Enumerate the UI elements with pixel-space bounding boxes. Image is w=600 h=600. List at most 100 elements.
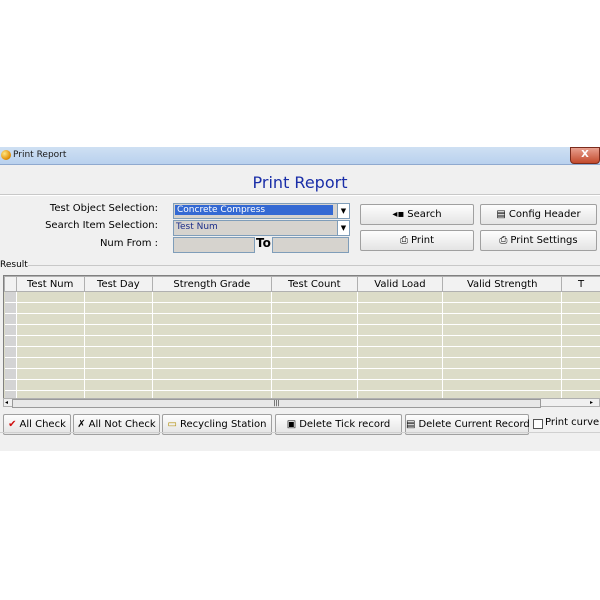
table-cell[interactable]: [561, 368, 600, 380]
table-cell[interactable]: [561, 302, 600, 314]
table-cell[interactable]: [152, 313, 272, 325]
table-row[interactable]: [4, 302, 600, 314]
num-to-input[interactable]: [272, 237, 349, 253]
result-grid[interactable]: Test Num Test Day Strength Grade Test Co…: [3, 275, 600, 400]
table-cell[interactable]: [16, 368, 85, 380]
config-header-button[interactable]: ▤ Config Header: [480, 204, 597, 225]
table-cell[interactable]: [442, 379, 563, 391]
column-header[interactable]: Test Count: [270, 276, 358, 292]
chevron-down-icon[interactable]: ▼: [337, 221, 349, 235]
table-cell[interactable]: [561, 335, 600, 347]
table-cell[interactable]: [357, 302, 444, 314]
table-cell[interactable]: [84, 313, 153, 325]
column-header[interactable]: Strength Grade: [151, 276, 272, 292]
table-cell[interactable]: [152, 291, 272, 303]
column-header[interactable]: T: [561, 276, 600, 292]
table-row[interactable]: [4, 368, 600, 380]
table-cell[interactable]: [357, 346, 444, 358]
chevron-down-icon[interactable]: ▼: [337, 204, 349, 218]
table-cell[interactable]: [357, 335, 444, 347]
table-cell[interactable]: [271, 379, 358, 391]
table-cell[interactable]: [442, 291, 563, 303]
table-cell[interactable]: [271, 357, 358, 369]
test-object-select[interactable]: Concrete Compress ▼: [173, 203, 350, 219]
table-cell[interactable]: [357, 324, 444, 336]
title-bar[interactable]: Print Report X: [0, 147, 600, 165]
table-cell[interactable]: [16, 291, 85, 303]
table-cell[interactable]: [16, 357, 85, 369]
table-cell[interactable]: [357, 379, 444, 391]
table-row[interactable]: [4, 291, 600, 303]
search-button[interactable]: ◂▪ Search: [360, 204, 474, 225]
table-cell[interactable]: [84, 368, 153, 380]
table-row[interactable]: [4, 335, 600, 347]
row-header-cell[interactable]: [4, 346, 17, 358]
row-header-cell[interactable]: [4, 324, 17, 336]
table-cell[interactable]: [561, 346, 600, 358]
table-cell[interactable]: [271, 302, 358, 314]
row-header-cell[interactable]: [4, 302, 17, 314]
table-cell[interactable]: [271, 313, 358, 325]
table-cell[interactable]: [84, 335, 153, 347]
table-cell[interactable]: [561, 357, 600, 369]
row-header-cell[interactable]: [4, 313, 17, 325]
table-cell[interactable]: [16, 313, 85, 325]
table-cell[interactable]: [152, 324, 272, 336]
row-header-cell[interactable]: [4, 357, 17, 369]
row-header-cell[interactable]: [4, 379, 17, 391]
table-row[interactable]: [4, 346, 600, 358]
row-header-cell[interactable]: [4, 291, 17, 303]
table-cell[interactable]: [442, 346, 563, 358]
table-cell[interactable]: [442, 313, 563, 325]
table-cell[interactable]: [152, 346, 272, 358]
scroll-right-icon[interactable]: ▸: [590, 399, 593, 406]
table-cell[interactable]: [561, 379, 600, 391]
table-cell[interactable]: [152, 368, 272, 380]
print-button[interactable]: ⎙ Print: [360, 230, 474, 251]
table-cell[interactable]: [16, 302, 85, 314]
table-cell[interactable]: [357, 357, 444, 369]
table-cell[interactable]: [271, 291, 358, 303]
column-header[interactable]: Valid Load: [356, 276, 444, 292]
table-row[interactable]: [4, 313, 600, 325]
row-header-cell[interactable]: [4, 368, 17, 380]
table-cell[interactable]: [442, 368, 563, 380]
close-button[interactable]: X: [570, 147, 600, 164]
print-curve-checkbox[interactable]: [533, 419, 543, 429]
table-cell[interactable]: [84, 302, 153, 314]
table-cell[interactable]: [84, 346, 153, 358]
search-item-select[interactable]: Test Num ▼: [173, 220, 350, 236]
table-cell[interactable]: [561, 324, 600, 336]
table-cell[interactable]: [271, 335, 358, 347]
column-header[interactable]: Valid Strength: [442, 276, 563, 292]
print-settings-button[interactable]: ⎙ Print Settings: [480, 230, 597, 251]
table-cell[interactable]: [84, 379, 153, 391]
table-row[interactable]: [4, 357, 600, 369]
table-cell[interactable]: [84, 291, 153, 303]
table-cell[interactable]: [442, 357, 563, 369]
table-cell[interactable]: [16, 324, 85, 336]
table-cell[interactable]: [84, 357, 153, 369]
table-row[interactable]: [4, 379, 600, 391]
table-cell[interactable]: [442, 335, 563, 347]
column-header[interactable]: Test Day: [83, 276, 153, 292]
table-cell[interactable]: [152, 357, 272, 369]
table-cell[interactable]: [152, 335, 272, 347]
print-curve-label[interactable]: Print curve: [545, 417, 599, 428]
scroll-left-icon[interactable]: ◂: [5, 399, 8, 406]
table-cell[interactable]: [561, 291, 600, 303]
row-header-cell[interactable]: [4, 335, 17, 347]
table-cell[interactable]: [84, 324, 153, 336]
table-cell[interactable]: [357, 313, 444, 325]
table-cell[interactable]: [271, 324, 358, 336]
column-header[interactable]: Test Num: [15, 276, 85, 292]
table-cell[interactable]: [16, 379, 85, 391]
table-row[interactable]: [4, 324, 600, 336]
table-cell[interactable]: [16, 335, 85, 347]
table-cell[interactable]: [16, 346, 85, 358]
table-cell[interactable]: [357, 291, 444, 303]
table-cell[interactable]: [152, 302, 272, 314]
table-cell[interactable]: [152, 379, 272, 391]
table-cell[interactable]: [271, 346, 358, 358]
scrollbar-thumb[interactable]: |||: [12, 399, 541, 408]
